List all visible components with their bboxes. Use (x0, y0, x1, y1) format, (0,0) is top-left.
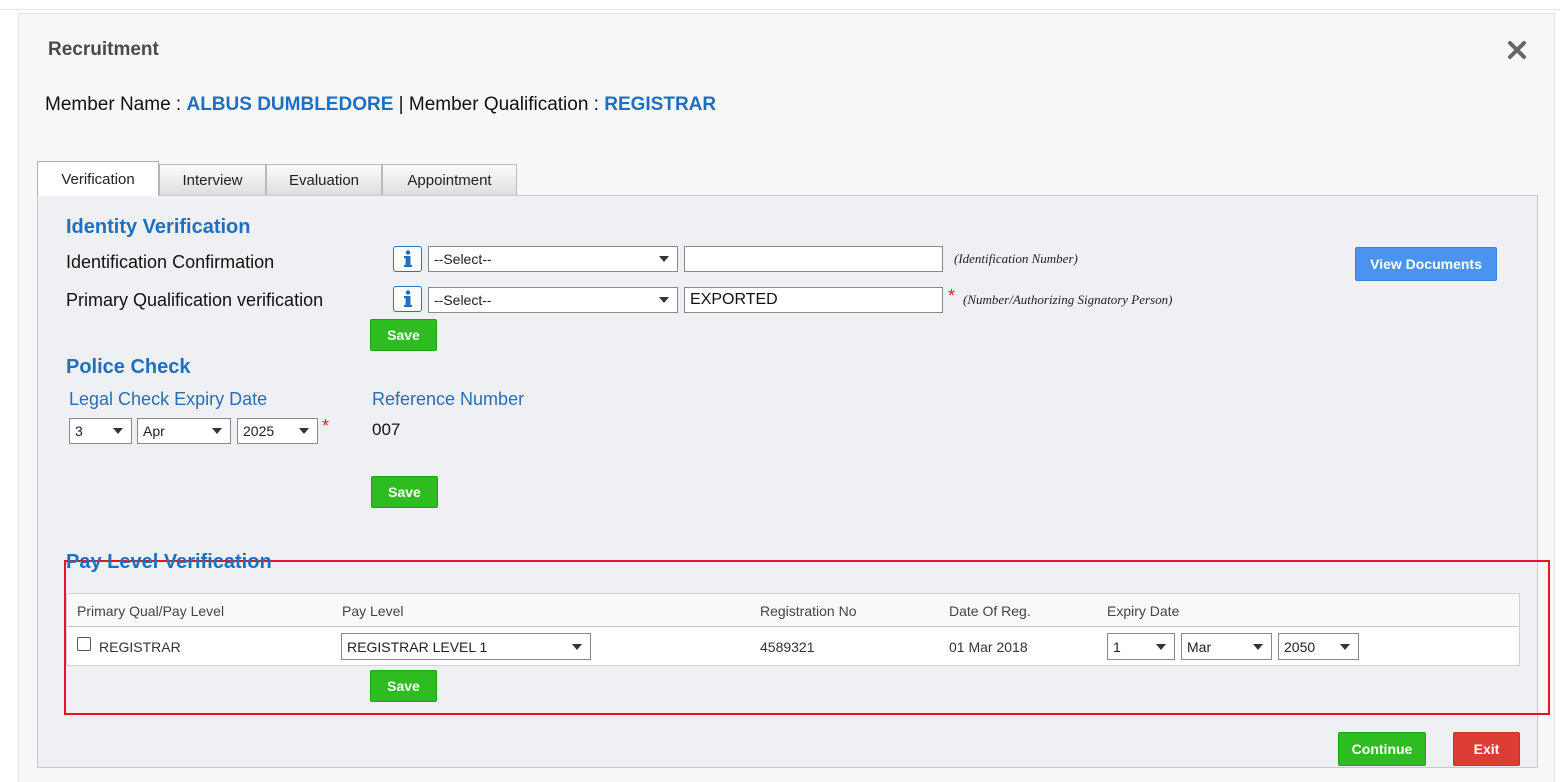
expiry-day-select[interactable]: 3 (69, 418, 132, 444)
pay-expiry-month-select[interactable]: Mar (1181, 633, 1272, 660)
qualification-verification-select[interactable]: --Select-- (428, 287, 678, 313)
member-info: Member Name : ALBUS DUMBLEDORE | Member … (45, 94, 716, 116)
info-icon[interactable] (393, 286, 422, 312)
pay-level-select[interactable]: REGISTRAR LEVEL 1 (341, 633, 591, 660)
chevron-down-icon (1340, 643, 1350, 650)
chevron-down-icon (212, 428, 222, 434)
select-value: 2050 (1284, 638, 1316, 655)
chevron-down-icon (113, 428, 123, 434)
chevron-down-icon (299, 428, 309, 434)
reference-number-label: Reference Number (372, 389, 525, 409)
column-header: Registration No (760, 603, 857, 619)
top-divider (0, 9, 1560, 10)
identification-number-input[interactable] (684, 246, 943, 272)
legal-check-expiry-label: Legal Check Expiry Date (69, 389, 268, 409)
select-value: 1 (1113, 638, 1121, 655)
select-value: Apr (143, 423, 165, 439)
select-value: 2025 (243, 423, 275, 439)
pay-level-qual: REGISTRAR (99, 639, 181, 655)
pay-level-table: Primary Qual/Pay Level Pay Level Registr… (66, 593, 1520, 666)
registration-no: 4589321 (760, 639, 815, 655)
police-save-button[interactable]: Save (371, 476, 438, 508)
police-check-title: Police Check (66, 356, 191, 378)
info-icon[interactable] (393, 246, 422, 272)
chevron-down-icon (659, 297, 669, 303)
pay-level-save-button[interactable]: Save (370, 670, 437, 702)
chevron-down-icon (659, 256, 669, 262)
member-name-label: Member Name : (45, 94, 182, 115)
column-header: Expiry Date (1107, 603, 1180, 619)
select-value: Mar (1187, 638, 1212, 655)
reference-number-value: 007 (372, 420, 401, 439)
tab-appointment[interactable]: Appointment (382, 164, 517, 195)
exit-button[interactable]: Exit (1453, 732, 1520, 766)
column-header: Pay Level (342, 603, 404, 619)
modal-title: Recruitment (48, 39, 159, 60)
identification-type-select[interactable]: --Select-- (428, 246, 678, 272)
select-value: REGISTRAR LEVEL 1 (347, 638, 488, 655)
view-documents-button[interactable]: View Documents (1355, 247, 1497, 281)
member-separator: | (398, 94, 404, 115)
column-header: Primary Qual/Pay Level (77, 603, 225, 619)
authorizing-signatory-input[interactable] (684, 287, 943, 313)
pay-expiry-day-select[interactable]: 1 (1107, 633, 1175, 660)
required-marker: * (322, 416, 330, 436)
authorizing-signatory-hint: (Number/Authorizing Signatory Person) (963, 292, 1173, 307)
pay-level-checkbox[interactable] (77, 637, 91, 651)
select-value: --Select-- (434, 292, 492, 308)
chevron-down-icon (572, 643, 582, 650)
required-marker: * (948, 286, 956, 306)
primary-qualification-verification-label: Primary Qualification verification (66, 290, 324, 310)
table-header: Primary Qual/Pay Level Pay Level Registr… (67, 594, 1519, 627)
identification-confirmation-label: Identification Confirmation (66, 252, 275, 272)
identity-verification-title: Identity Verification (66, 216, 251, 238)
tab-verification[interactable]: Verification (37, 161, 159, 196)
identity-save-button[interactable]: Save (370, 319, 437, 351)
tab-evaluation[interactable]: Evaluation (266, 164, 382, 195)
verification-panel: Identity Verification Identification Con… (37, 195, 1550, 768)
close-icon[interactable] (1505, 38, 1529, 62)
date-of-reg: 01 Mar 2018 (949, 639, 1028, 655)
select-value: --Select-- (434, 251, 492, 267)
column-header: Date Of Reg. (949, 603, 1031, 619)
chevron-down-icon (1156, 643, 1166, 650)
member-name-value: ALBUS DUMBLEDORE (186, 94, 394, 115)
expiry-year-select[interactable]: 2025 (237, 418, 318, 444)
expiry-month-select[interactable]: Apr (137, 418, 231, 444)
identification-number-hint: (Identification Number) (954, 251, 1078, 266)
pay-expiry-year-select[interactable]: 2050 (1278, 633, 1359, 660)
member-qual-label: Member Qualification : (408, 94, 599, 115)
continue-button[interactable]: Continue (1338, 732, 1426, 766)
tab-interview[interactable]: Interview (159, 164, 266, 195)
member-qual-value: REGISTRAR (604, 94, 717, 115)
chevron-down-icon (1253, 643, 1263, 650)
pay-level-verification-title: Pay Level Verification (66, 551, 272, 573)
select-value: 3 (75, 423, 83, 439)
recruitment-modal: Recruitment Member Name : ALBUS DUMBLEDO… (18, 13, 1555, 782)
